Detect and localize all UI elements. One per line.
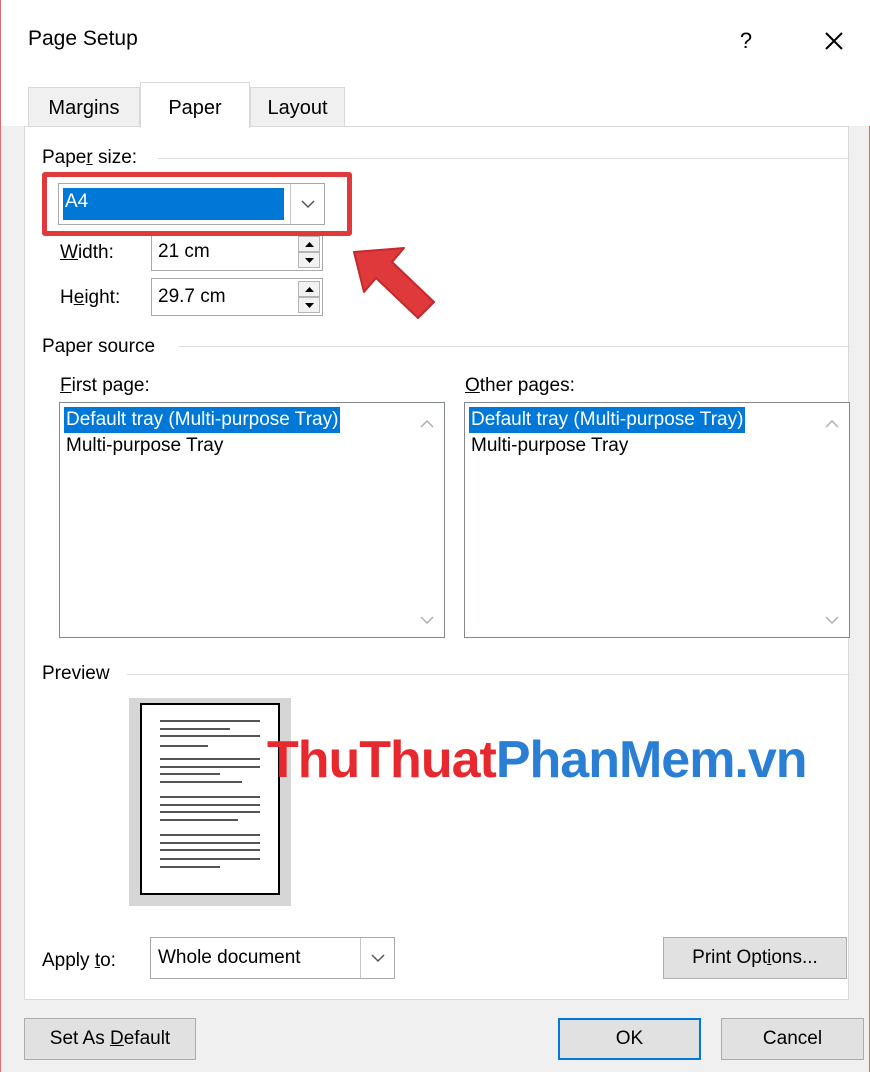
preview-text-line: [160, 819, 238, 821]
height-label: Height:: [60, 287, 121, 308]
width-label: Width:: [60, 242, 114, 263]
width-decrement-button[interactable]: [298, 252, 320, 268]
preview-text-line: [160, 858, 260, 860]
first-page-listbox[interactable]: Default tray (Multi-purpose Tray) Multi-…: [59, 402, 445, 638]
preview-text-line: [160, 728, 230, 730]
preview-page: [140, 703, 280, 895]
spin-up-icon: [304, 286, 314, 292]
preview-text-line: [160, 849, 260, 851]
width-increment-button[interactable]: [298, 236, 320, 252]
preview-label: Preview: [42, 663, 110, 684]
set-as-default-button[interactable]: Set As Default: [24, 1018, 196, 1060]
spin-up-icon: [304, 241, 314, 247]
list-item[interactable]: Multi-purpose Tray: [64, 433, 225, 459]
help-button[interactable]: ?: [721, 22, 771, 60]
paper-source-label: Paper source: [42, 336, 156, 357]
print-options-button[interactable]: Print Options...: [663, 937, 847, 979]
chevron-up-icon: [420, 420, 434, 428]
preview-text-line: [160, 804, 260, 806]
apply-to-dropdown-arrow[interactable]: [360, 938, 394, 978]
paper-size-separator: [158, 158, 850, 159]
tab-margins[interactable]: Margins: [28, 87, 140, 127]
annotation-arrow-icon: [353, 247, 435, 319]
close-icon: [825, 32, 843, 50]
preview-text-line: [160, 745, 208, 747]
height-value[interactable]: 29.7 cm: [158, 279, 226, 315]
title-bar: Page Setup ?: [1, 0, 870, 80]
watermark: ThuThuatPhanMem.vn: [267, 731, 808, 789]
preview-text-line: [160, 758, 260, 760]
height-decrement-button[interactable]: [298, 297, 320, 313]
scroll-up-button[interactable]: [418, 417, 436, 431]
apply-to-value: Whole document: [158, 947, 301, 968]
annotation-highlight-box: [42, 172, 352, 236]
preview-text-line: [160, 866, 220, 868]
preview-separator: [127, 674, 850, 675]
dialog-title: Page Setup: [28, 27, 138, 50]
list-item[interactable]: Multi-purpose Tray: [469, 433, 630, 459]
scroll-down-button[interactable]: [823, 613, 841, 627]
scroll-up-button[interactable]: [823, 417, 841, 431]
chevron-down-icon: [420, 616, 434, 624]
apply-to-label: Apply to:: [42, 950, 116, 971]
preview-text-line: [160, 781, 242, 783]
height-increment-button[interactable]: [298, 281, 320, 297]
spin-down-icon: [304, 302, 314, 308]
chevron-up-icon: [825, 420, 839, 428]
first-page-label: First page:: [60, 375, 150, 396]
preview-text-line: [160, 720, 260, 722]
preview-text-line: [160, 735, 260, 737]
preview-text-line: [160, 811, 260, 813]
height-spinner[interactable]: 29.7 cm: [151, 278, 323, 316]
ok-button[interactable]: OK: [558, 1018, 701, 1060]
paper-source-separator: [179, 346, 850, 347]
apply-to-dropdown[interactable]: Whole document: [150, 937, 395, 979]
width-value[interactable]: 21 cm: [158, 234, 210, 270]
other-pages-listbox[interactable]: Default tray (Multi-purpose Tray) Multi-…: [464, 402, 850, 638]
list-item[interactable]: Default tray (Multi-purpose Tray): [64, 407, 341, 433]
list-item[interactable]: Default tray (Multi-purpose Tray): [469, 407, 746, 433]
scroll-down-button[interactable]: [418, 613, 436, 627]
preview-text-line: [160, 773, 220, 775]
paper-size-label: Paper size:: [42, 147, 138, 168]
spin-down-icon: [304, 257, 314, 263]
preview-text-line: [160, 766, 260, 768]
preview-text-line: [160, 842, 260, 844]
tab-paper[interactable]: Paper: [140, 82, 250, 128]
chevron-down-icon: [825, 616, 839, 624]
preview-text-line: [160, 834, 260, 836]
close-button[interactable]: [809, 22, 859, 60]
page-setup-dialog: Page Setup ? Margins Paper Layout Paper …: [0, 0, 870, 1072]
preview-text-line: [160, 796, 260, 798]
chevron-down-icon: [370, 953, 385, 962]
width-spinner[interactable]: 21 cm: [151, 233, 323, 271]
tab-layout[interactable]: Layout: [250, 87, 345, 127]
cancel-button[interactable]: Cancel: [721, 1018, 864, 1060]
other-pages-label: Other pages:: [465, 375, 575, 396]
